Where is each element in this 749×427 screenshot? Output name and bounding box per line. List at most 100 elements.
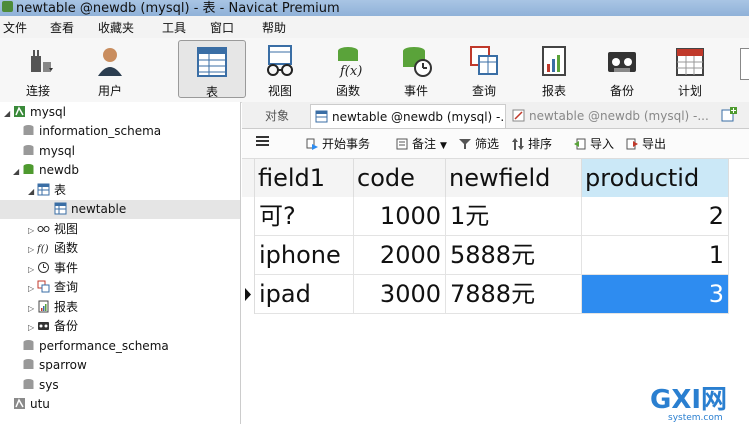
table-icon — [197, 47, 227, 77]
tree-item-functions[interactable]: ▷ f() 函数 — [28, 239, 78, 258]
menu-bar: 文件 查看 收藏夹 工具 窗口 帮助 — [0, 16, 749, 38]
column-header-code[interactable]: code — [354, 159, 446, 197]
tab-newtable-active[interactable]: newtable @newdb (mysql) -... — [310, 104, 506, 128]
note-button[interactable]: 备注 ▼ — [396, 135, 447, 152]
column-header-newfield[interactable]: newfield — [446, 159, 582, 197]
column-header-productid[interactable]: productid — [582, 159, 729, 197]
window-title: newtable @newdb (mysql) - 表 - Navicat Pr… — [16, 1, 340, 16]
sort-icon — [512, 138, 524, 150]
toolbar-schedule-button[interactable]: 计划 — [664, 40, 716, 98]
toolbar-report-button[interactable]: 报表 — [528, 40, 580, 98]
filter-button[interactable]: 筛选 — [459, 135, 499, 152]
table-icon — [54, 202, 67, 215]
tree-item-tables[interactable]: ◢ 表 — [28, 181, 66, 200]
expander-icon[interactable]: ◢ — [28, 182, 37, 201]
note-icon — [396, 138, 408, 150]
table-cell[interactable]: 7888元 — [446, 275, 582, 314]
tab-newtable-design[interactable]: newtable @newdb (mysql) -... — [508, 104, 708, 128]
tree-item-mysql-connection[interactable]: ◢ mysql — [4, 103, 240, 122]
dropdown-arrow-icon[interactable]: ▼ — [440, 141, 447, 151]
expander-icon[interactable]: ▷ — [28, 279, 37, 298]
table-cell[interactable]: 5888元 — [446, 236, 582, 275]
toolbar-connect-button[interactable]: 连接 — [10, 40, 66, 98]
current-row-marker[interactable] — [242, 275, 255, 314]
table-cell[interactable]: 1元 — [446, 197, 582, 236]
import-button[interactable]: 导入 — [574, 135, 614, 152]
expander-icon[interactable]: ▷ — [28, 299, 37, 318]
expander-icon[interactable]: ◢ — [13, 162, 22, 181]
column-header-field1[interactable]: field1 — [255, 159, 354, 197]
user-icon — [98, 48, 122, 76]
transaction-icon — [306, 138, 318, 150]
title-bar: newtable @newdb (mysql) - 表 - Navicat Pr… — [0, 0, 749, 16]
tab-objects[interactable]: 对象 — [242, 104, 308, 128]
menu-file[interactable]: 文件 — [3, 19, 27, 36]
tree-item-queries[interactable]: ▷ 查询 — [28, 278, 78, 297]
table-cell[interactable]: 2 — [582, 197, 729, 236]
table-cell[interactable]: 可? — [255, 197, 354, 236]
expander-icon[interactable]: ▷ — [28, 318, 37, 337]
tree-item-information-schema[interactable]: information_schema — [22, 122, 161, 141]
expander-icon[interactable]: ▷ — [28, 240, 37, 259]
database-icon — [23, 145, 34, 155]
table-cell[interactable]: iphone — [255, 236, 354, 275]
toolbar-backup-button[interactable]: 备份 — [596, 40, 648, 98]
export-button[interactable]: 导出 — [626, 135, 666, 152]
svg-text:system.com: system.com — [668, 413, 723, 423]
toolbar-view-button[interactable]: 视图 — [254, 40, 306, 98]
toolbar-table-button[interactable]: 表 — [178, 40, 246, 99]
report-icon — [542, 46, 566, 76]
hamburger-menu-button[interactable] — [256, 134, 270, 151]
table-icon — [37, 183, 50, 196]
tree-item-utu-connection[interactable]: utu — [13, 395, 50, 414]
table-icon — [315, 110, 328, 123]
database-icon — [23, 164, 34, 174]
calendar-icon — [676, 48, 704, 76]
menu-tools[interactable]: 工具 — [162, 19, 186, 36]
menu-favorites[interactable]: 收藏夹 — [98, 19, 134, 36]
toolbar-overflow[interactable] — [740, 48, 749, 80]
begin-transaction-button[interactable]: 开始事务 — [306, 135, 370, 152]
filter-icon — [459, 139, 471, 149]
tree-item-events[interactable]: ▷ 事件 — [28, 259, 78, 278]
svg-text:f(): f() — [37, 244, 49, 254]
toolbar-query-button[interactable]: 查询 — [458, 40, 510, 98]
toolbar-event-button[interactable]: 事件 — [390, 40, 442, 98]
table-cell[interactable]: 1 — [582, 236, 729, 275]
tape-icon — [38, 322, 49, 330]
tree-item-backups[interactable]: ▷ 备份 — [28, 317, 78, 336]
query-icon — [37, 280, 50, 293]
connection-icon — [14, 106, 25, 117]
tree-item-sys[interactable]: sys — [22, 376, 59, 395]
expander-icon[interactable]: ▷ — [28, 260, 37, 279]
clock-db-icon — [403, 47, 432, 77]
row-marker[interactable] — [242, 236, 255, 275]
new-tab-icon[interactable] — [720, 106, 738, 124]
function-icon: f() — [37, 244, 49, 254]
table-cell[interactable]: 1000 — [354, 197, 446, 236]
expander-icon[interactable]: ◢ — [4, 104, 13, 123]
database-icon — [23, 125, 34, 135]
tree-item-sparrow[interactable]: sparrow — [22, 356, 87, 375]
tree-item-performance-schema[interactable]: performance_schema — [22, 337, 169, 356]
tree-item-newtable[interactable]: newtable — [0, 200, 240, 219]
table-cell[interactable]: ipad — [255, 275, 354, 314]
selected-cell[interactable]: 3 — [582, 275, 729, 314]
tree-item-mysql-db[interactable]: mysql — [22, 142, 75, 161]
row-marker[interactable] — [242, 197, 255, 236]
menu-view[interactable]: 查看 — [50, 19, 74, 36]
table-cell[interactable]: 2000 — [354, 236, 446, 275]
toolbar-function-button[interactable]: f(x) 函数 — [322, 40, 374, 98]
tree-item-views[interactable]: ▷ 视图 — [28, 220, 78, 239]
menu-window[interactable]: 窗口 — [210, 19, 234, 36]
toolbar-user-button[interactable]: 用户 — [84, 40, 136, 98]
tree-item-newdb[interactable]: ◢ newdb — [13, 161, 79, 180]
table-cell[interactable]: 3000 — [354, 275, 446, 314]
query-icon — [470, 46, 498, 75]
expander-icon[interactable]: ▷ — [28, 221, 37, 240]
sort-button[interactable]: 排序 — [512, 135, 552, 152]
tree-item-reports[interactable]: ▷ 报表 — [28, 298, 78, 317]
plug-icon — [31, 50, 53, 72]
watermark-logo: GXI网 system.com — [648, 383, 748, 423]
menu-help[interactable]: 帮助 — [262, 19, 286, 36]
